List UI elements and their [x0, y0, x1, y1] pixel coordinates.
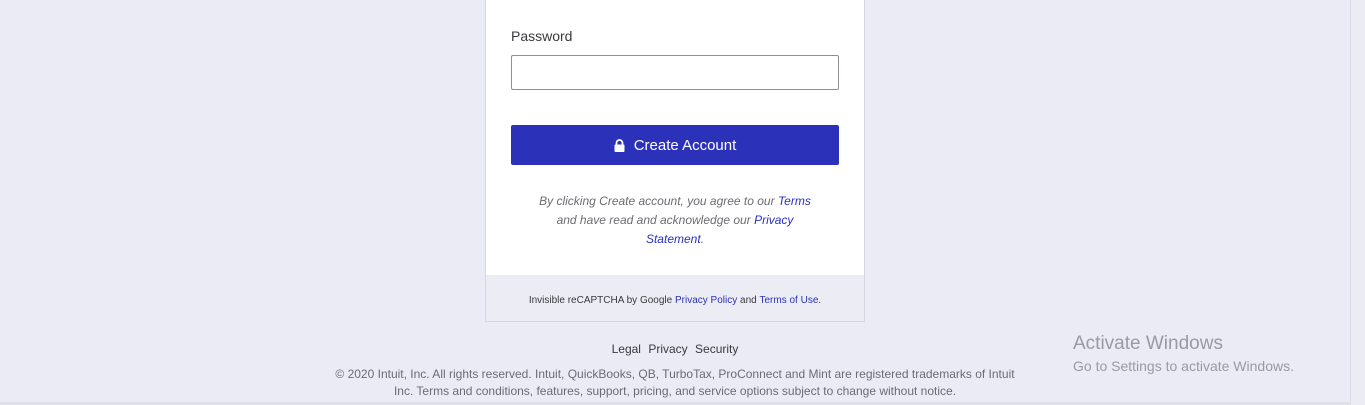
- password-field[interactable]: [511, 55, 839, 90]
- watermark-subtitle: Go to Settings to activate Windows.: [1073, 358, 1294, 374]
- watermark-title: Activate Windows: [1073, 333, 1223, 354]
- footer-link-privacy[interactable]: Privacy: [648, 342, 687, 356]
- recaptcha-privacy-link[interactable]: Privacy Policy: [675, 295, 737, 306]
- signup-card: Password Create Account By clicking Crea…: [485, 0, 865, 322]
- agreement-text: By clicking Create account, you agree to…: [531, 192, 819, 249]
- agreement-suffix: .: [700, 232, 705, 246]
- recaptcha-notice: Invisible reCAPTCHA by Google Privacy Po…: [486, 275, 864, 321]
- create-account-label: Create Account: [633, 136, 737, 154]
- recaptcha-terms-link[interactable]: Terms of Use: [760, 295, 819, 306]
- recaptcha-and: and: [740, 294, 757, 306]
- recaptcha-prefix: Invisible reCAPTCHA by Google: [528, 294, 673, 306]
- recaptcha-suffix: .: [818, 294, 822, 306]
- lock-icon: [614, 138, 625, 152]
- agreement-prefix: By clicking Create account, you agree to…: [539, 194, 775, 208]
- vertical-scrollbar[interactable]: [1350, 0, 1365, 405]
- footer-link-legal[interactable]: Legal: [612, 342, 641, 356]
- footer-link-security[interactable]: Security: [695, 342, 738, 356]
- agreement-middle: and have read and acknowledge our: [556, 213, 751, 227]
- password-label: Password: [511, 28, 573, 44]
- create-account-button[interactable]: Create Account: [511, 125, 839, 165]
- activate-windows-watermark: Activate Windows Go to Settings to activ…: [1073, 333, 1294, 374]
- copyright-text: © 2020 Intuit, Inc. All rights reserved.…: [335, 367, 1015, 398]
- terms-link[interactable]: Terms: [778, 194, 811, 208]
